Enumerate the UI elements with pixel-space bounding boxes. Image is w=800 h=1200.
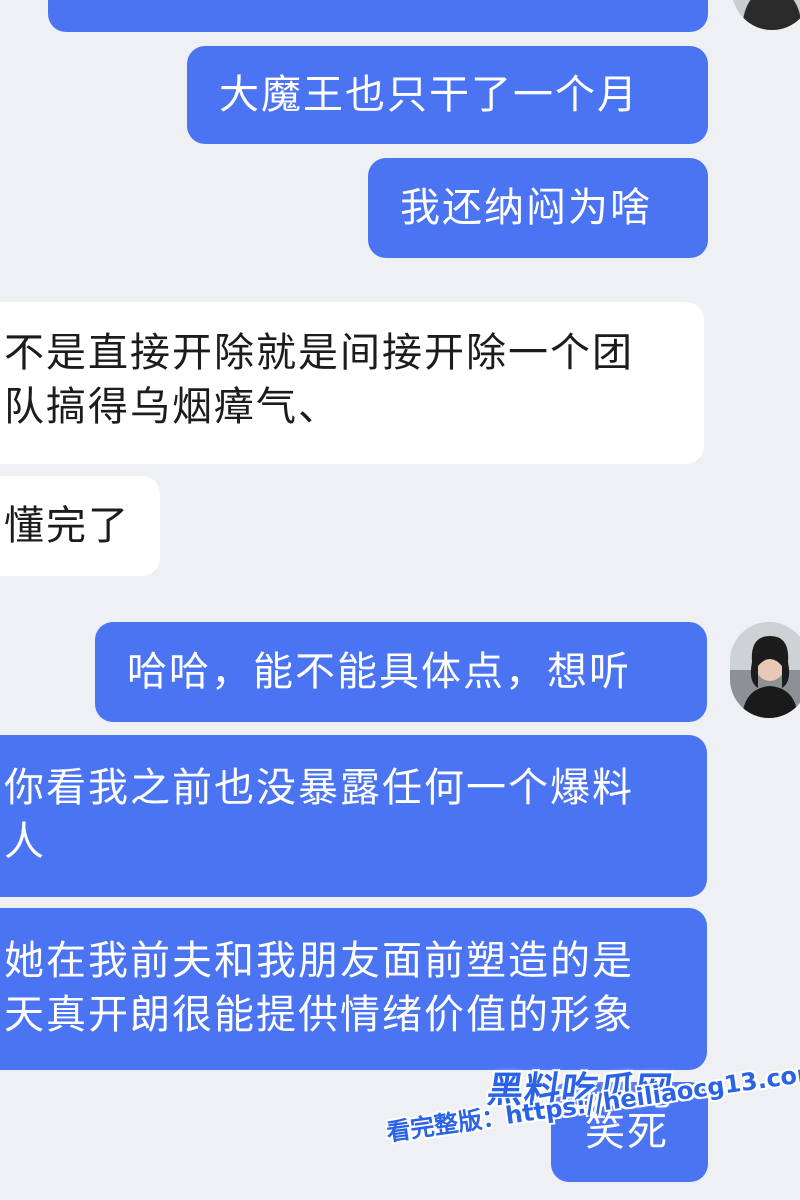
message-bubble[interactable]: 懂完了 [0, 476, 160, 576]
avatar[interactable] [730, 622, 800, 718]
message-text: 懂完了 [4, 503, 130, 549]
avatar-image [730, 622, 800, 718]
message-bubble[interactable]: 不是直接开除就是间接开除一个团 队搞得乌烟瘴气、 [0, 302, 704, 464]
message-bubble-partial[interactable] [48, 0, 708, 32]
message-text: 你看我之前也没暴露任何一个爆料 [4, 765, 634, 811]
message-bubble[interactable]: 大魔王也只干了一个月 [187, 46, 708, 144]
message-bubble[interactable]: 我还纳闷为啥 [368, 158, 708, 258]
message-text: 我还纳闷为啥 [400, 185, 652, 231]
message-text: 大魔王也只干了一个月 [219, 72, 639, 118]
message-bubble[interactable]: 她在我前夫和我朋友面前塑造的是 天真开朗很能提供情绪价值的形象 [0, 908, 707, 1070]
message-text: 不是直接开除就是间接开除一个团 [4, 330, 634, 376]
message-text: 队搞得乌烟瘴气、 [4, 384, 340, 430]
avatar-image [732, 0, 800, 30]
message-text: 哈哈，能不能具体点，想听 [127, 649, 631, 695]
message-text: 天真开朗很能提供情绪价值的形象 [4, 992, 634, 1038]
message-text: 笑死 [585, 1109, 669, 1155]
message-text: 她在我前夫和我朋友面前塑造的是 [4, 938, 634, 984]
message-bubble[interactable]: 哈哈，能不能具体点，想听 [95, 622, 707, 722]
chat-area[interactable]: 大魔王也只干了一个月 我还纳闷为啥 不是直接开除就是间接开除一个团 队搞得乌烟瘴… [0, 0, 800, 1200]
message-bubble[interactable]: 笑死 [551, 1082, 708, 1182]
message-bubble[interactable]: 你看我之前也没暴露任何一个爆料 人 [0, 735, 707, 897]
avatar[interactable] [732, 0, 800, 30]
message-text: 人 [4, 819, 46, 865]
